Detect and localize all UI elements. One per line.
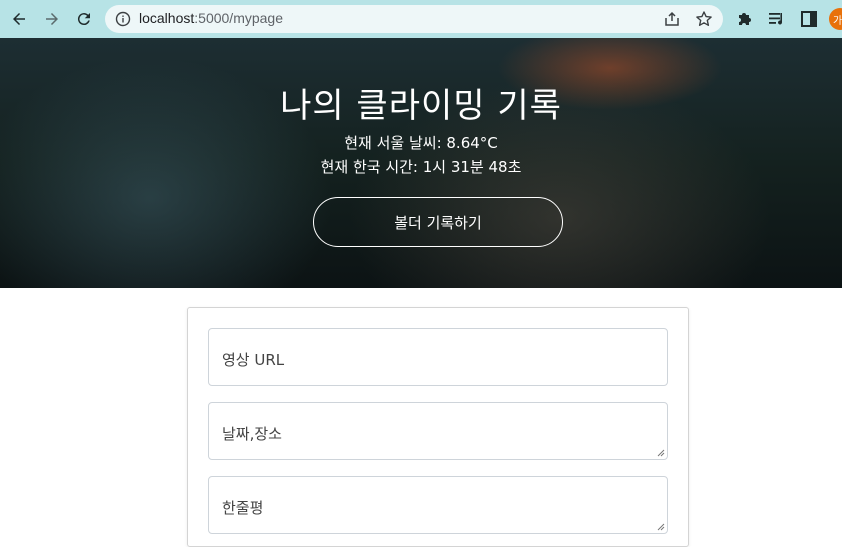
media-queue-icon[interactable] xyxy=(768,10,786,28)
url-path: :5000/mypage xyxy=(194,10,283,26)
resize-handle-icon[interactable] xyxy=(657,523,665,531)
hero-banner: 나의 클라이밍 기록 현재 서울 날씨: 8.64°C 현재 한국 시간: 1시… xyxy=(0,38,842,288)
share-icon[interactable] xyxy=(663,10,681,28)
arrow-right-icon xyxy=(46,13,58,25)
date-place-placeholder: 날짜,장소 xyxy=(222,425,282,443)
arrow-left-icon xyxy=(13,13,25,25)
profile-initial: 가 xyxy=(833,15,842,27)
record-boulder-button[interactable]: 볼더 기록하기 xyxy=(313,197,563,247)
review-textarea[interactable]: 한줄평 xyxy=(208,476,668,534)
side-panel-icon[interactable] xyxy=(800,10,818,28)
browser-toolbar: localhost:5000/mypage 가 xyxy=(0,0,842,38)
review-placeholder: 한줄평 xyxy=(222,499,264,517)
time-text: 현재 한국 시간: 1시 31분 48초 xyxy=(320,158,522,176)
record-form-card: 영상 URL 날짜,장소 한줄평 xyxy=(187,307,689,547)
url-text: localhost:5000/mypage xyxy=(139,10,283,26)
page-title: 나의 클라이밍 기록 xyxy=(280,86,562,126)
video-url-input[interactable]: 영상 URL xyxy=(208,328,668,386)
back-button[interactable] xyxy=(7,7,31,31)
weather-text: 현재 서울 날씨: 8.64°C xyxy=(344,134,498,152)
profile-avatar[interactable]: 가 xyxy=(829,8,842,30)
url-host: localhost xyxy=(139,10,195,26)
info-icon[interactable] xyxy=(115,11,131,27)
address-bar[interactable]: localhost:5000/mypage xyxy=(105,5,723,33)
date-place-textarea[interactable]: 날짜,장소 xyxy=(208,402,668,460)
reload-button[interactable] xyxy=(72,7,96,31)
extensions-puzzle-icon[interactable] xyxy=(736,10,754,28)
bookmark-star-icon[interactable] xyxy=(695,10,713,28)
video-url-placeholder: 영상 URL xyxy=(222,351,285,369)
resize-handle-icon[interactable] xyxy=(657,449,665,457)
forward-button[interactable] xyxy=(40,7,64,31)
reload-icon xyxy=(77,13,90,26)
